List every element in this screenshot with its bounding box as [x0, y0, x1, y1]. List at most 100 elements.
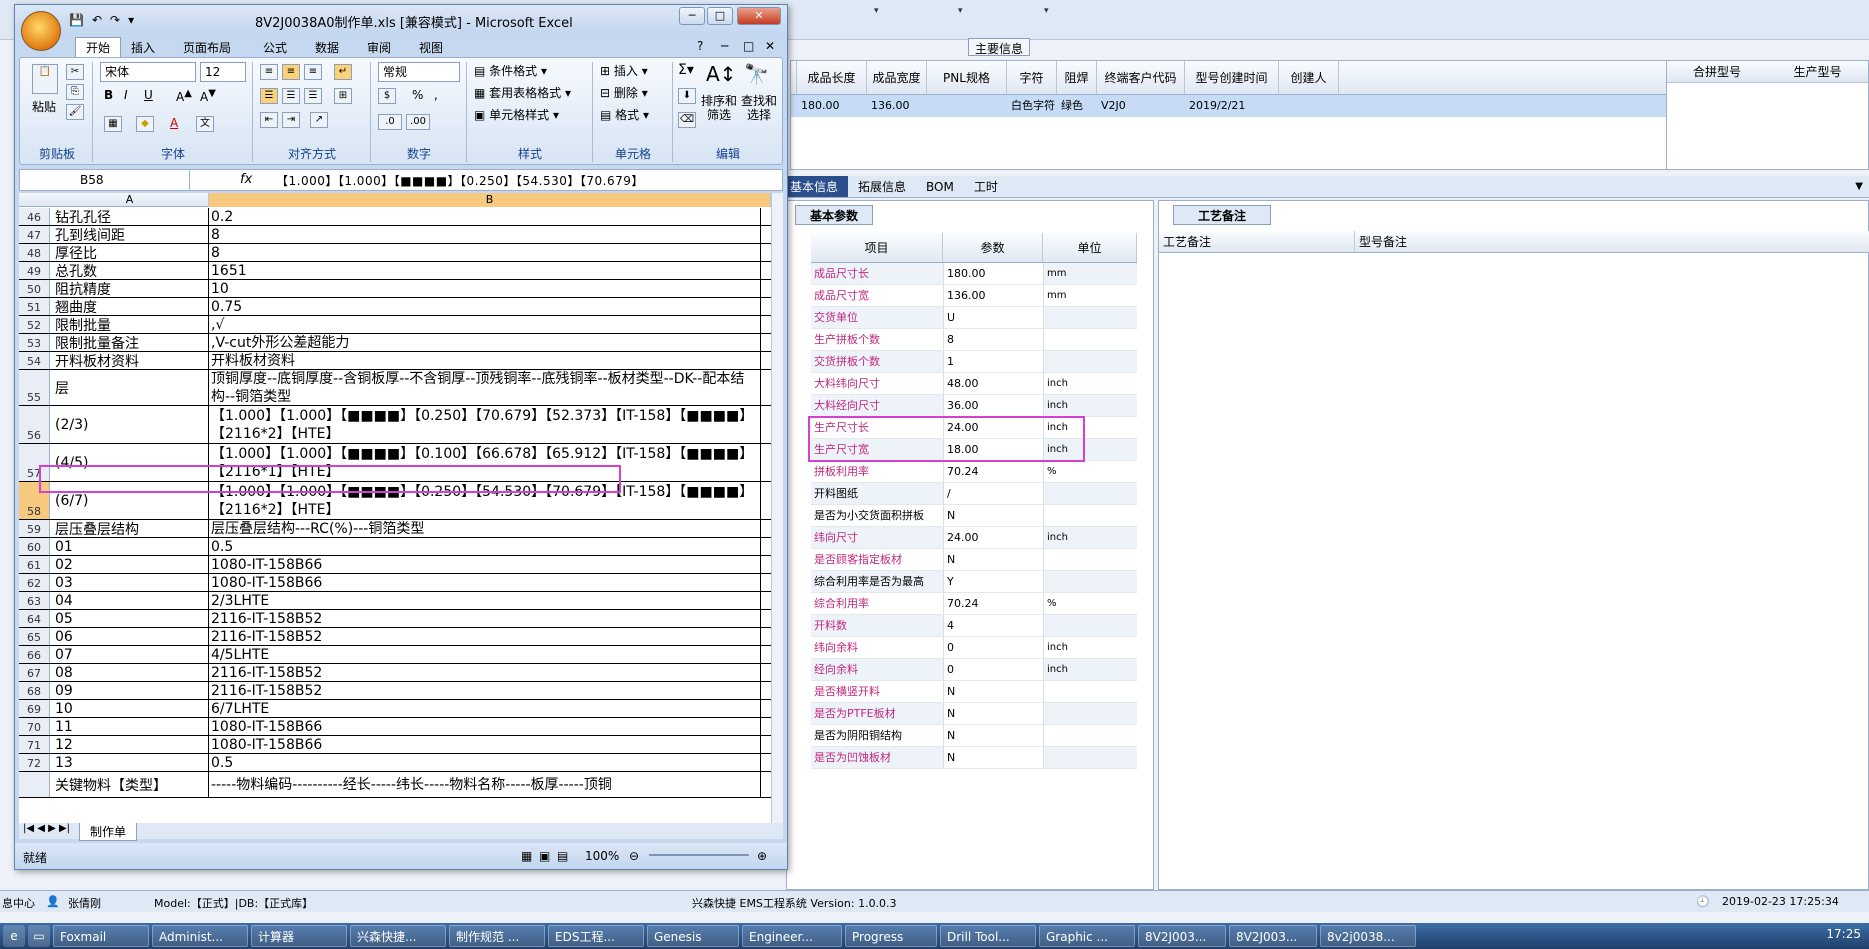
taskbar-item[interactable]: 计算器	[251, 925, 347, 947]
row-number[interactable]: 63	[19, 592, 50, 609]
param-value[interactable]: 1	[943, 351, 1043, 372]
tab-bom[interactable]: BOM	[916, 176, 964, 197]
taskbar-item[interactable]: Genesis	[647, 925, 739, 947]
row-number[interactable]: 60	[19, 538, 50, 555]
cell-b[interactable]: -----物料编码----------经长-----纬长-----物料名称---…	[209, 772, 761, 797]
cell-b[interactable]: 1080-IT-158B66	[209, 556, 761, 573]
table-format-button[interactable]: ▦ 套用表格格式 ▾	[474, 84, 571, 101]
phonetic-icon[interactable]: 文	[196, 116, 214, 132]
cell-a[interactable]: 孔到线间距	[53, 226, 209, 243]
grid-header-cell[interactable]: 终端客户代码	[1097, 61, 1185, 94]
cell-b[interactable]: 层压叠层结构---RC(%)---铜箔类型	[209, 520, 761, 537]
shrink-font-icon[interactable]: A▼	[200, 88, 216, 104]
chevron-down-icon[interactable]: ▾	[874, 6, 879, 16]
view-layout-icon[interactable]: ▣	[539, 849, 550, 863]
params-row[interactable]: 开料图纸 /	[811, 483, 1137, 505]
param-value[interactable]: 0	[943, 637, 1043, 658]
grid-cell[interactable]: 136.00	[867, 95, 927, 117]
grid-header-cell[interactable]: 创建人	[1279, 61, 1339, 94]
grid-cell[interactable]: 白色字符	[1007, 95, 1057, 117]
row-number[interactable]: 54	[19, 352, 50, 369]
taskbar-item[interactable]: 8V2J003...	[1138, 925, 1226, 947]
border-icon[interactable]: ▦	[104, 116, 122, 132]
grid-header-cell[interactable]: 型号创建时间	[1185, 61, 1279, 94]
conditional-format-button[interactable]: ▤ 条件格式 ▾	[474, 62, 547, 79]
cell-a[interactable]: 09	[53, 682, 209, 699]
cell-b[interactable]: 开料板材资料	[209, 352, 761, 369]
font-name-select[interactable]: 宋体	[100, 62, 196, 82]
param-value[interactable]: N	[943, 549, 1043, 570]
row-number[interactable]: 69	[19, 700, 50, 717]
taskbar-item[interactable]: Engineer...	[742, 925, 842, 947]
find-select-button[interactable]: 查找和选择	[740, 94, 778, 122]
cell-a[interactable]: 05	[53, 610, 209, 627]
param-value[interactable]: 4	[943, 615, 1043, 636]
cell-b[interactable]: 8	[209, 244, 761, 261]
cell-a[interactable]: 关键物料【类型】	[53, 772, 209, 797]
orientation-icon[interactable]: ↗	[310, 112, 328, 128]
maximize-button[interactable]: □	[707, 7, 733, 25]
vertical-scrollbar[interactable]	[771, 193, 783, 823]
cell-a[interactable]: 06	[53, 628, 209, 645]
cell-b[interactable]: 6/7LHTE	[209, 700, 761, 717]
close-button[interactable]: ✕	[737, 7, 781, 25]
param-value[interactable]: N	[943, 703, 1043, 724]
param-value[interactable]: 180.00	[943, 263, 1043, 284]
params-row[interactable]: 拼板利用率 70.24%	[811, 461, 1137, 483]
tab-craft-notes[interactable]: 工艺备注	[1173, 205, 1272, 225]
tab-page-layout[interactable]: 页面布局	[183, 39, 231, 56]
explorer-icon[interactable]: ▭	[28, 925, 50, 947]
params-row[interactable]: 交货单位 U	[811, 307, 1137, 329]
cell-b[interactable]: 0.5	[209, 754, 761, 771]
align-left-icon[interactable]: ☰	[260, 88, 278, 104]
cell-a[interactable]: 限制批量备注	[53, 334, 209, 351]
format-cells-button[interactable]: ▤ 格式 ▾	[600, 106, 649, 123]
cell-a[interactable]: 10	[53, 700, 209, 717]
fx-icon[interactable]: fx	[240, 172, 252, 187]
increase-decimal-icon[interactable]: .0	[378, 114, 402, 130]
cell-a[interactable]: 总孔数	[53, 262, 209, 279]
row-number[interactable]: 52	[19, 316, 50, 333]
taskbar-item[interactable]: Foxmail	[53, 925, 149, 947]
params-row[interactable]: 经向余料 0 inch	[811, 659, 1137, 681]
insert-cells-button[interactable]: ⊞ 插入 ▾	[600, 62, 648, 79]
row-number[interactable]: 71	[19, 736, 50, 753]
tab-review[interactable]: 审阅	[367, 39, 391, 56]
decrease-decimal-icon[interactable]: .00	[406, 114, 430, 130]
cell-b[interactable]: 1080-IT-158B66	[209, 736, 761, 753]
cell-b[interactable]: 0.2	[209, 208, 761, 225]
params-row[interactable]: 大料纬向尺寸 48.00 inch	[811, 373, 1137, 395]
tab-home[interactable]: 开始	[75, 37, 122, 57]
params-row[interactable]: 是否为PTFE板材 N	[811, 703, 1137, 725]
params-row[interactable]: 大料经向尺寸 36.00 inch	[811, 395, 1137, 417]
sheet-nav-icon[interactable]: |◀ ◀ ▶ ▶|	[23, 823, 70, 834]
minimize-button[interactable]: ─	[679, 7, 705, 25]
params-row[interactable]: 生产拼板个数 8	[811, 329, 1137, 351]
fill-color-icon[interactable]: ◆	[136, 116, 154, 132]
cell-b[interactable]: 10	[209, 280, 761, 297]
align-right-icon[interactable]: ☰	[304, 88, 322, 104]
row-number[interactable]: 67	[19, 664, 50, 681]
row-number[interactable]: 50	[19, 280, 50, 297]
cell-a[interactable]: 08	[53, 664, 209, 681]
row-number[interactable]: 51	[19, 298, 50, 315]
align-center-icon[interactable]: ☰	[282, 88, 300, 104]
row-number[interactable]: 61	[19, 556, 50, 573]
grid-header-cell[interactable]: 成品长度	[797, 61, 867, 94]
row-number[interactable]: 59	[19, 520, 50, 537]
ribbon-close-icon[interactable]: ✕	[765, 39, 775, 53]
sort-filter-icon[interactable]: A↕	[706, 62, 736, 86]
tab-view[interactable]: 视图	[419, 39, 443, 56]
save-icon[interactable]: 💾	[69, 13, 84, 27]
params-row[interactable]: 是否为凹蚀板材 N	[811, 747, 1137, 769]
cell-a[interactable]: 层压叠层结构	[53, 520, 209, 537]
row-number[interactable]: 62	[19, 574, 50, 591]
param-value[interactable]: Y	[943, 571, 1043, 592]
ribbon-minimize-icon[interactable]: ─	[721, 39, 728, 53]
params-row[interactable]: 成品尺寸宽 136.00 mm	[811, 285, 1137, 307]
cell-a[interactable]: 13	[53, 754, 209, 771]
param-value[interactable]: 70.24	[943, 593, 1043, 614]
params-row[interactable]: 是否横竖开料 N	[811, 681, 1137, 703]
view-normal-icon[interactable]: ▦	[521, 849, 532, 863]
cell-a[interactable]: 阻抗精度	[53, 280, 209, 297]
